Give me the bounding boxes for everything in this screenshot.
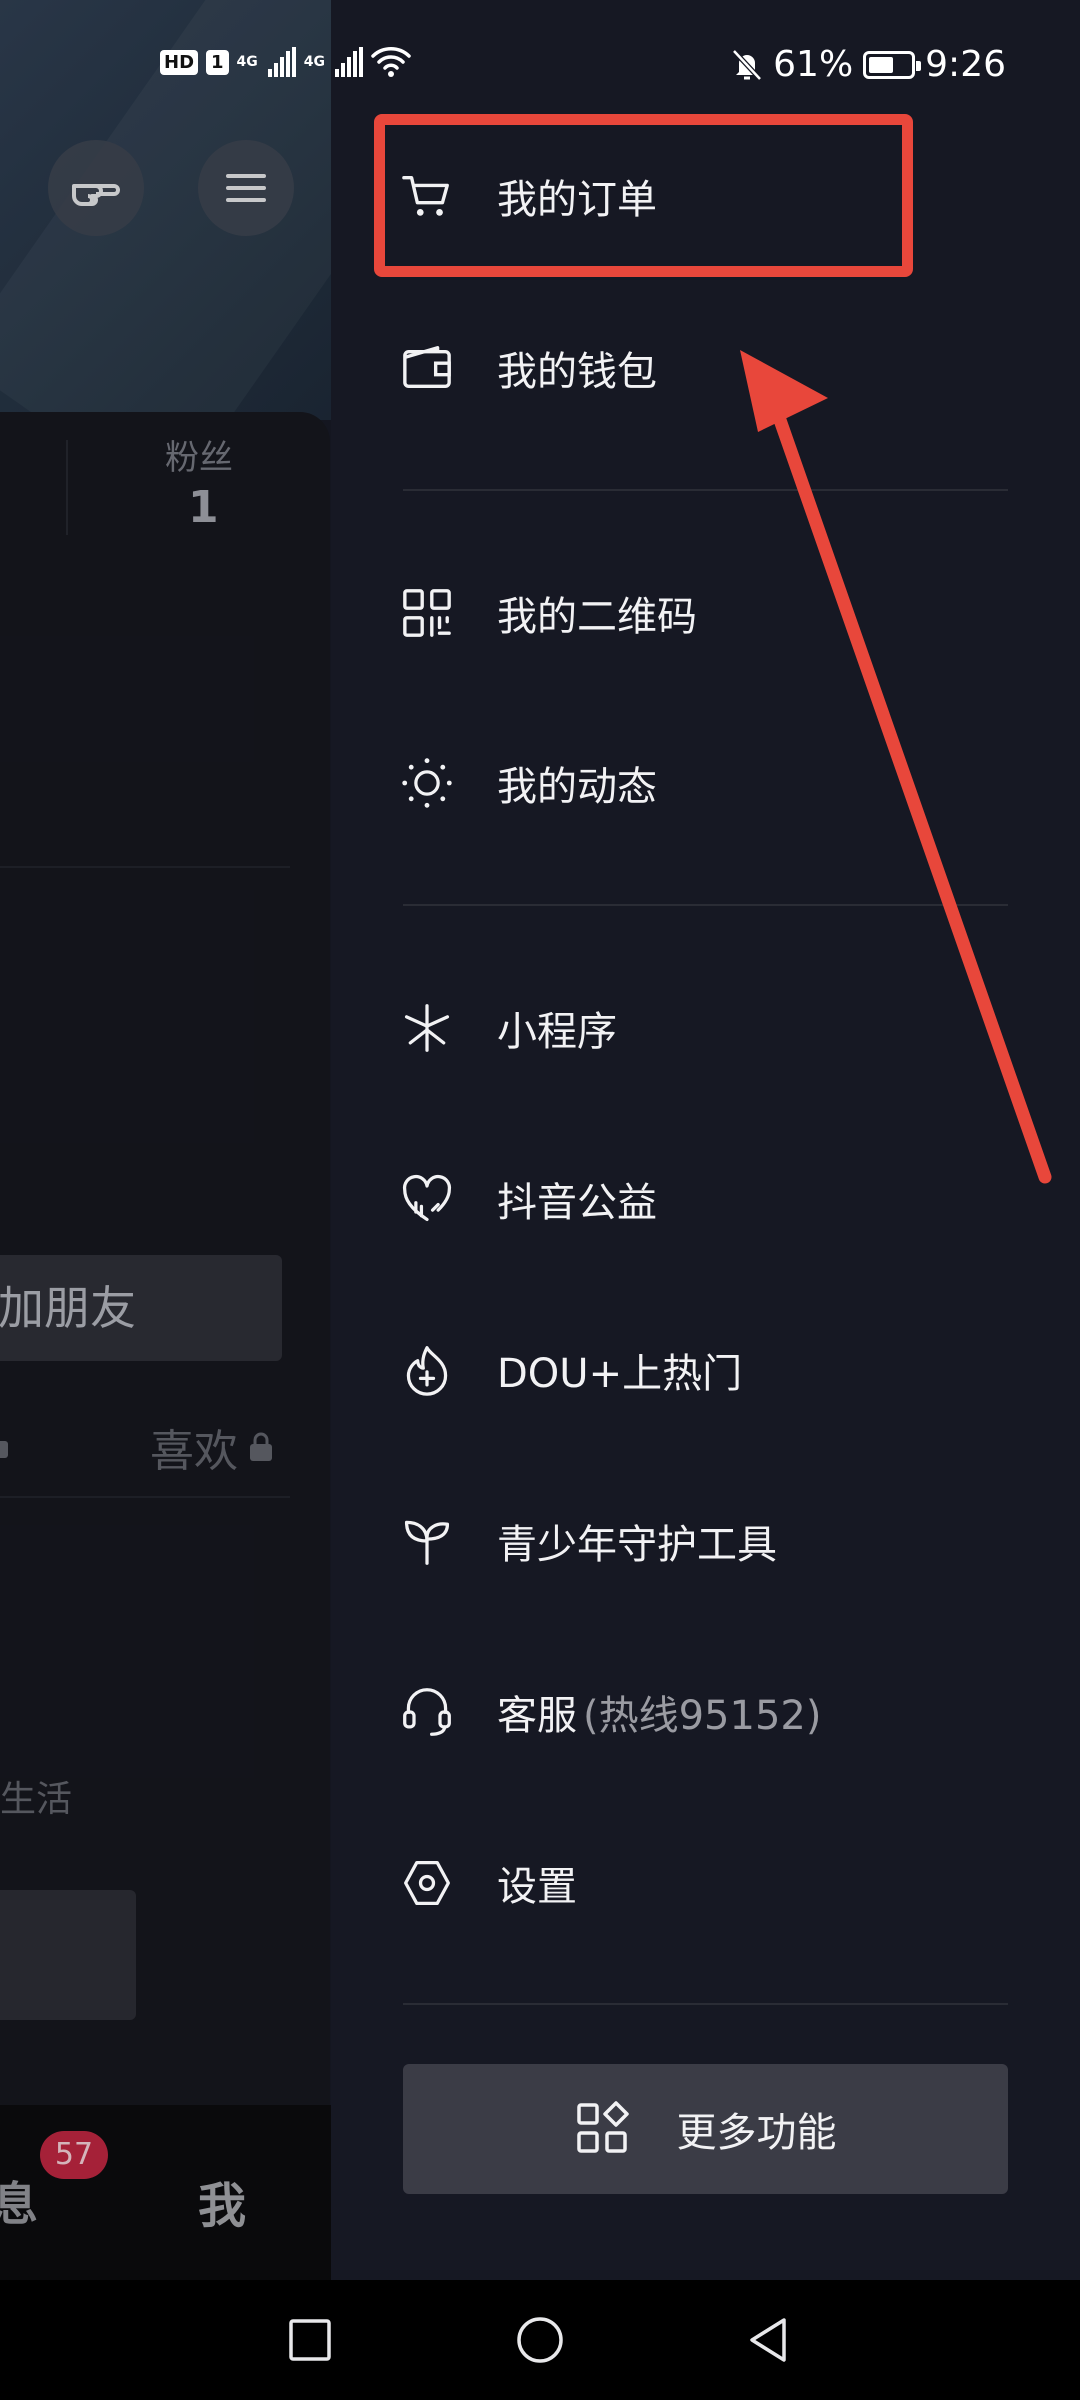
mute-bell-icon xyxy=(732,48,762,81)
highlight-box xyxy=(374,114,913,277)
menu-label: 我的钱包 xyxy=(497,349,657,395)
activity-icon xyxy=(401,757,453,809)
wifi-icon xyxy=(371,47,411,77)
wallet-icon xyxy=(401,342,453,394)
customer-service-label: 客服 xyxy=(497,1693,577,1739)
sprout-icon xyxy=(401,1515,453,1567)
menu-label: 我的二维码 xyxy=(497,594,697,640)
menu-item-customer-service[interactable]: 客服 (热线95152) xyxy=(401,1652,1021,1772)
dou-plus-icon xyxy=(401,1344,453,1396)
hd-badge: HD xyxy=(160,49,199,75)
clock: 9:26 xyxy=(925,44,1006,85)
headset-icon xyxy=(401,1686,453,1738)
settings-icon xyxy=(401,1857,453,1909)
sim-badge: 1 xyxy=(206,49,229,75)
menu-label: 我的动态 xyxy=(497,764,657,810)
qr-code-icon xyxy=(401,587,453,639)
annotation-arrow xyxy=(740,350,1052,1184)
menu-label: 设置 xyxy=(497,1864,577,1910)
system-nav-bar xyxy=(0,2280,1080,2400)
menu-label: 青少年守护工具 xyxy=(497,1522,777,1568)
menu-label: 小程序 xyxy=(497,1009,617,1055)
dim-overlay[interactable] xyxy=(0,0,331,2280)
status-left: HD 1 4G 4G xyxy=(160,46,411,78)
network-type-2: 4G xyxy=(303,54,326,70)
menu-item-dou-plus[interactable]: DOU+上热门 xyxy=(401,1310,1021,1430)
menu-item-youth-protection[interactable]: 青少年守护工具 xyxy=(401,1481,1021,1601)
profile-page-background: 粉丝 1 加朋友 喜欢 生活 息 57 我 xyxy=(0,0,331,2280)
network-type-1: 4G xyxy=(236,54,258,70)
battery-icon xyxy=(863,50,922,79)
status-right: 61% 9:26 xyxy=(731,44,1006,85)
mini-program-icon xyxy=(401,1002,453,1054)
signal-icon xyxy=(267,47,296,77)
battery-percent: 61% xyxy=(773,44,854,85)
charity-heart-icon xyxy=(401,1173,453,1225)
grid-apps-icon xyxy=(576,2101,629,2153)
recent-apps-icon[interactable] xyxy=(268,2298,352,2382)
status-bar: HD 1 4G 4G 61% 9:26 xyxy=(0,0,1080,130)
menu-item-settings[interactable]: 设置 xyxy=(401,1823,1021,1943)
signal-icon xyxy=(335,47,364,77)
menu-label: 抖音公益 xyxy=(497,1180,657,1226)
menu-divider xyxy=(403,2003,1008,2005)
hotline-text: (热线95152) xyxy=(583,1693,822,1739)
more-features-button[interactable]: 更多功能 xyxy=(403,2064,1008,2194)
menu-label: 客服 (热线95152) xyxy=(497,1683,821,1741)
back-icon[interactable] xyxy=(726,2298,810,2382)
menu-label: DOU+上热门 xyxy=(497,1351,743,1397)
home-icon[interactable] xyxy=(498,2298,582,2382)
more-features-label: 更多功能 xyxy=(676,2110,837,2156)
